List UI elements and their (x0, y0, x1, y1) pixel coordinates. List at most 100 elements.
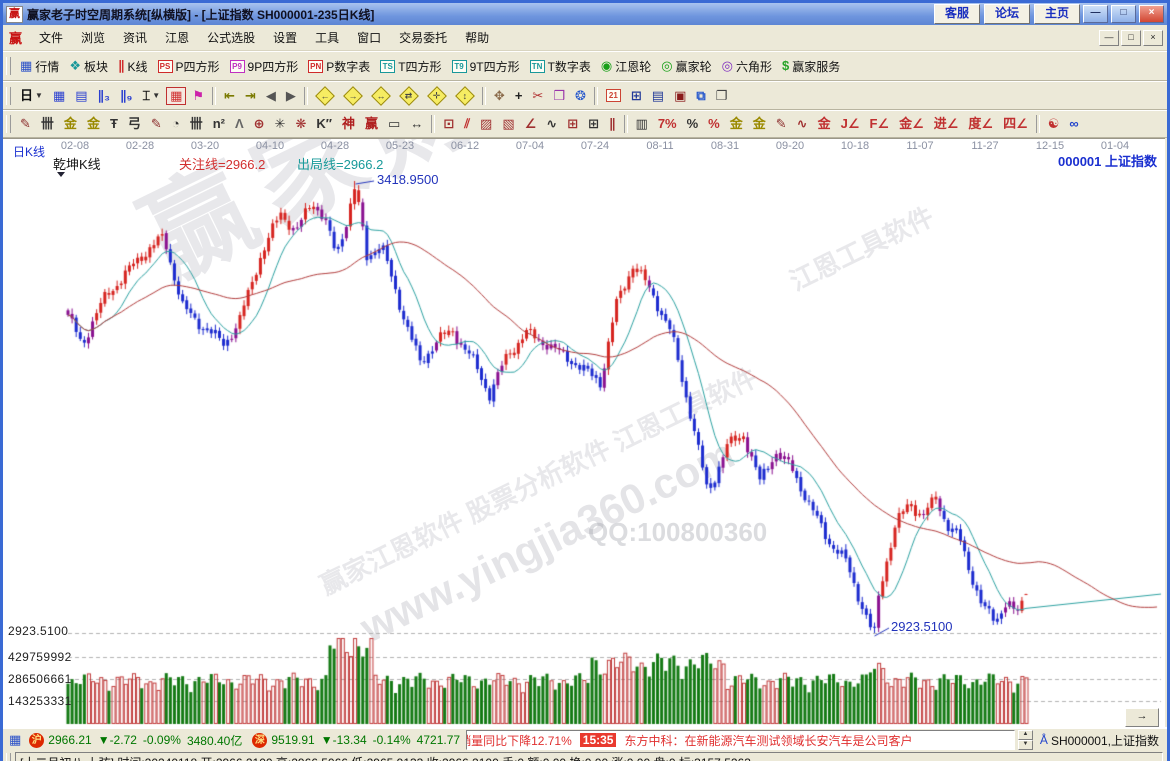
spinner-down-button[interactable]: ▼ (1017, 740, 1033, 750)
hand-button[interactable]: ✥ (490, 87, 509, 105)
percent-line-button[interactable]: % (704, 115, 724, 133)
first-page-button[interactable]: ⇤ (220, 87, 239, 105)
f-tool-button[interactable]: Ŧ (106, 115, 122, 133)
kline-button[interactable]: ∥ K线 (114, 56, 152, 77)
9p-square-button[interactable]: P9 9P四方形 (226, 56, 303, 77)
k-quote-button[interactable]: K″ (312, 115, 336, 133)
ruler-button[interactable]: ▭ (384, 115, 404, 133)
shrink-right-button[interactable]: → (340, 85, 366, 107)
gold-angle-button[interactable]: 金∠ (895, 115, 928, 133)
single-candle-button[interactable]: ⌶ ▼ (138, 87, 164, 105)
cut-button[interactable]: ✂ (528, 87, 547, 105)
dropdown-arrow-icon[interactable]: ▼ (152, 91, 160, 100)
compress-button[interactable]: ⇄ (396, 85, 422, 107)
kline-style-button[interactable]: 日 ▼ (16, 87, 47, 105)
fan-box-button[interactable]: ▨ (476, 115, 496, 133)
last-page-button[interactable]: ⇥ (241, 87, 260, 105)
pattern-window-button[interactable]: ▦ (49, 87, 69, 105)
9t-square-button[interactable]: T9 9T四方形 (448, 56, 524, 77)
circle-cross-button[interactable]: ⊕ (250, 115, 269, 133)
info-list-button[interactable]: ▤ (71, 87, 91, 105)
menu-item-资讯[interactable]: 资讯 (114, 29, 156, 47)
gold-ratio2-button[interactable]: 金 (83, 115, 104, 133)
jin-angle-button[interactable]: 进∠ (930, 115, 963, 133)
web-button[interactable]: ❋ (291, 115, 310, 133)
shen-button[interactable]: 神 (338, 115, 359, 133)
save-button[interactable]: ▣ (670, 87, 690, 105)
mdi-minimize-button[interactable]: — (1099, 29, 1119, 46)
gann-wheel-button[interactable]: ◉ 江恩轮 (597, 56, 655, 77)
dropdown-triangle-icon[interactable] (57, 172, 65, 177)
note-button[interactable]: ▤ (648, 87, 668, 105)
rays-button[interactable]: ⫽ (460, 115, 474, 133)
t-table-button[interactable]: TN T数字表 (526, 56, 595, 77)
wave-a-button[interactable]: ∿ (793, 115, 812, 133)
brush-button[interactable]: ✎ (147, 115, 166, 133)
restore-button[interactable]: □ (1111, 5, 1136, 23)
time-grid-button[interactable]: ⊞ (584, 115, 603, 133)
quotes-button[interactable]: ▦ 行情 (16, 56, 63, 77)
p-square-button[interactable]: PS P四方形 (154, 56, 224, 77)
menu-item-江恩[interactable]: 江恩 (156, 29, 198, 47)
customer-service-button[interactable]: 客服 (933, 4, 980, 24)
gold-line-button[interactable]: 金 (749, 115, 770, 133)
gann-grid-button[interactable]: 卌 (37, 115, 58, 133)
sectors-button[interactable]: ❖ 板块 (65, 56, 112, 77)
expand-v-button[interactable]: ↕ (452, 85, 478, 107)
toolbar-grip[interactable] (6, 86, 11, 105)
si-angle-button[interactable]: 四∠ (999, 115, 1032, 133)
export-button[interactable]: ❐ (712, 87, 732, 105)
homepage-button[interactable]: 主页 (1033, 4, 1080, 24)
news-ticker[interactable]: 销量同比下降12.71% 15:35 东方中科：在新能源汽车测试领域长安汽车是公… (466, 730, 1015, 750)
star-web-button[interactable]: ✳ (271, 115, 290, 133)
chart9-button[interactable]: ∥₉ (116, 87, 136, 105)
grid2-button[interactable]: 卌 (186, 115, 207, 133)
toolbar-grip[interactable] (6, 57, 11, 75)
close-button[interactable]: × (1139, 5, 1164, 23)
prev-button[interactable]: ◀ (262, 87, 280, 105)
winner-service-button[interactable]: $ 赢家服务 (778, 56, 844, 77)
wave-button[interactable]: ∿ (542, 115, 561, 133)
kline-canvas[interactable] (3, 139, 1165, 727)
menu-item-帮助[interactable]: 帮助 (456, 29, 498, 47)
j-angle-button[interactable]: J∠ (837, 115, 864, 133)
line-box-button[interactable]: ▧ (498, 115, 518, 133)
box-tool-button[interactable]: ⊡ (439, 115, 458, 133)
menu-item-公式选股[interactable]: 公式选股 (198, 29, 264, 47)
spinner-up-button[interactable]: ▲ (1017, 730, 1033, 740)
globe-button[interactable]: ❂ (571, 87, 590, 105)
menu-item-设置[interactable]: 设置 (264, 29, 306, 47)
f-angle-button[interactable]: F∠ (865, 115, 893, 133)
gold-ratio-button[interactable]: 金 (60, 115, 81, 133)
percent-button[interactable]: % (683, 115, 703, 133)
dropdown-arrow-icon[interactable]: ▼ (35, 91, 43, 100)
taichi-button[interactable]: ☯ (1044, 115, 1064, 133)
calculator-button[interactable]: ⊞ (627, 87, 646, 105)
forum-button[interactable]: 论坛 (983, 4, 1030, 24)
color-chart-button[interactable]: ⚑ (188, 87, 208, 105)
mdi-close-button[interactable]: × (1143, 29, 1163, 46)
n2-button[interactable]: n² (209, 115, 229, 133)
stats-button[interactable]: ▥ (632, 115, 652, 133)
price-grid-button[interactable]: ⊞ (563, 115, 582, 133)
t-square-button[interactable]: TS T四方形 (376, 56, 445, 77)
measure-button[interactable]: ↔ (406, 115, 427, 133)
p-table-button[interactable]: PN P数字表 (304, 56, 374, 77)
mirror-button[interactable]: Λ (231, 115, 248, 133)
expand-all-button[interactable]: ✛ (424, 85, 450, 107)
crosshair-button[interactable]: + (511, 87, 527, 105)
minimize-button[interactable]: — (1083, 5, 1108, 23)
quote-grid-icon[interactable]: ▦ (9, 732, 21, 748)
menu-item-浏览[interactable]: 浏览 (72, 29, 114, 47)
calendar-button[interactable]: 21 (602, 87, 625, 104)
mdi-restore-button[interactable]: □ (1121, 29, 1141, 46)
gold-circle-button[interactable]: 金 (726, 115, 747, 133)
parallel-button[interactable]: ∥ (605, 115, 620, 133)
stamp-button[interactable]: ❒ (549, 87, 569, 105)
expand-h-button[interactable]: ↔ (368, 85, 394, 107)
spiral-button[interactable]: 弓 (124, 115, 145, 133)
gold-under-button[interactable]: 金 (814, 115, 835, 133)
hexagon-button[interactable]: ◎ 六角形 (718, 56, 776, 77)
next-button[interactable]: ▶ (282, 87, 300, 105)
chart3-button[interactable]: ∥₃ (94, 87, 115, 105)
